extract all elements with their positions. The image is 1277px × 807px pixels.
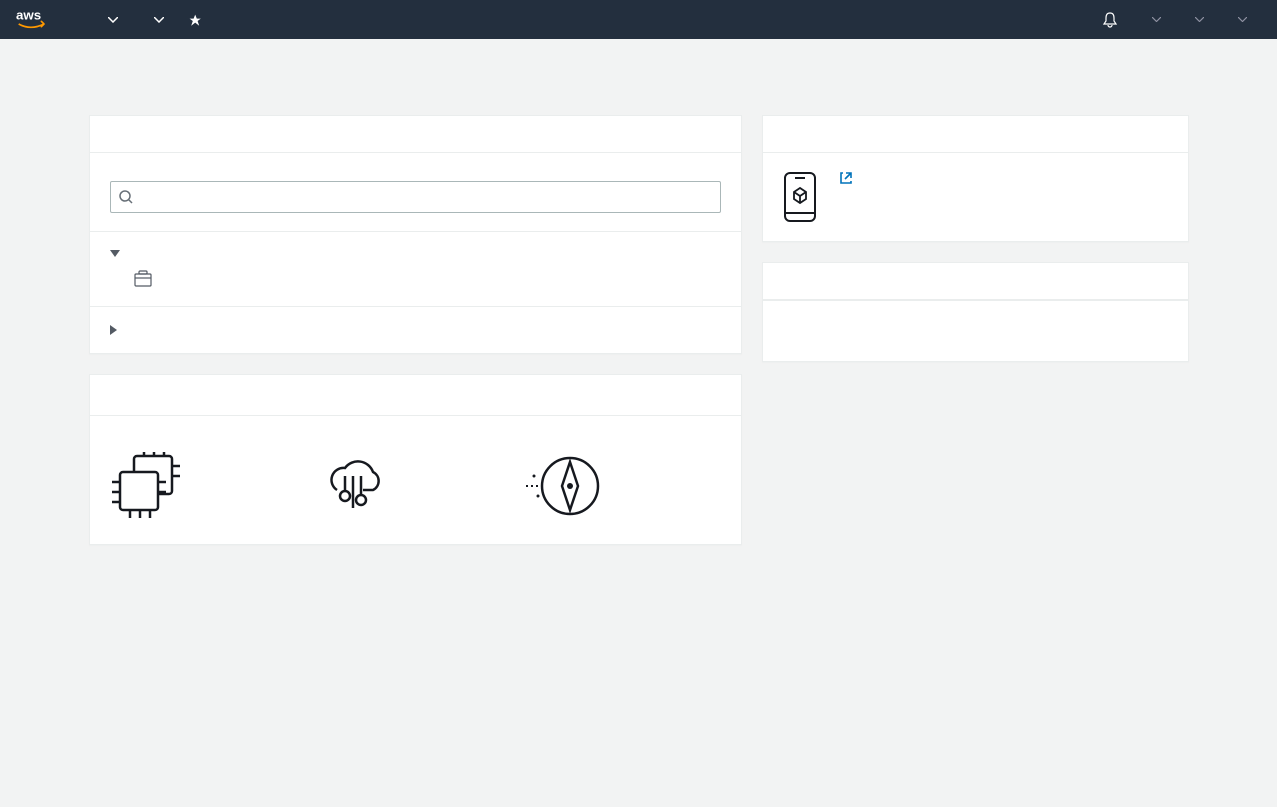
solution-beanstalk[interactable] [317,436,514,524]
pin-icon[interactable] [178,13,212,27]
chevron-down-icon [1195,17,1204,22]
search-icon [119,190,133,204]
svg-text:aws: aws [16,8,41,22]
recently-visited-section [90,232,741,307]
mobile-phone-icon [783,171,817,223]
region-menu[interactable] [1175,0,1218,39]
solution-ec2[interactable] [110,436,307,524]
cloud-deploy-icon [317,452,514,524]
build-solution-card [89,374,742,545]
aws-logo[interactable]: aws [16,8,56,32]
chevron-down-icon [154,17,164,23]
triangle-down-icon [110,250,120,258]
support-menu[interactable] [1218,0,1261,39]
all-services-section [90,307,741,353]
solution-lightsail[interactable] [524,436,721,524]
find-services-input[interactable] [141,189,712,205]
aws-services-card [89,115,742,354]
chevron-down-icon [1238,17,1247,22]
all-services-toggle[interactable] [110,325,721,335]
learn-more-link[interactable] [835,171,853,185]
services-menu[interactable] [86,0,132,39]
recent-service-item [110,258,721,288]
learn-more-link[interactable] [783,329,1168,343]
explore-item-body [783,329,1168,343]
explore-item-sagemaker [763,300,1188,361]
compass-icon [524,452,721,524]
page-title [89,39,1189,115]
notifications-icon[interactable] [1088,12,1132,28]
chevron-down-icon [1152,17,1161,22]
stay-connected-card [762,115,1189,242]
chevron-down-icon [108,17,118,23]
triangle-right-icon [110,325,118,335]
find-services-section [90,153,741,232]
external-link-icon [787,329,801,343]
external-link-icon [839,171,853,185]
cpu-icon [110,452,307,524]
account-menu[interactable] [1132,0,1175,39]
explore-aws-card [762,262,1189,362]
recently-visited-toggle[interactable] [110,250,721,258]
top-navbar: aws [0,0,1277,39]
s3-icon [134,270,152,288]
resource-groups-menu[interactable] [132,0,178,39]
stay-connected-body [835,171,853,185]
find-services-search[interactable] [110,181,721,213]
